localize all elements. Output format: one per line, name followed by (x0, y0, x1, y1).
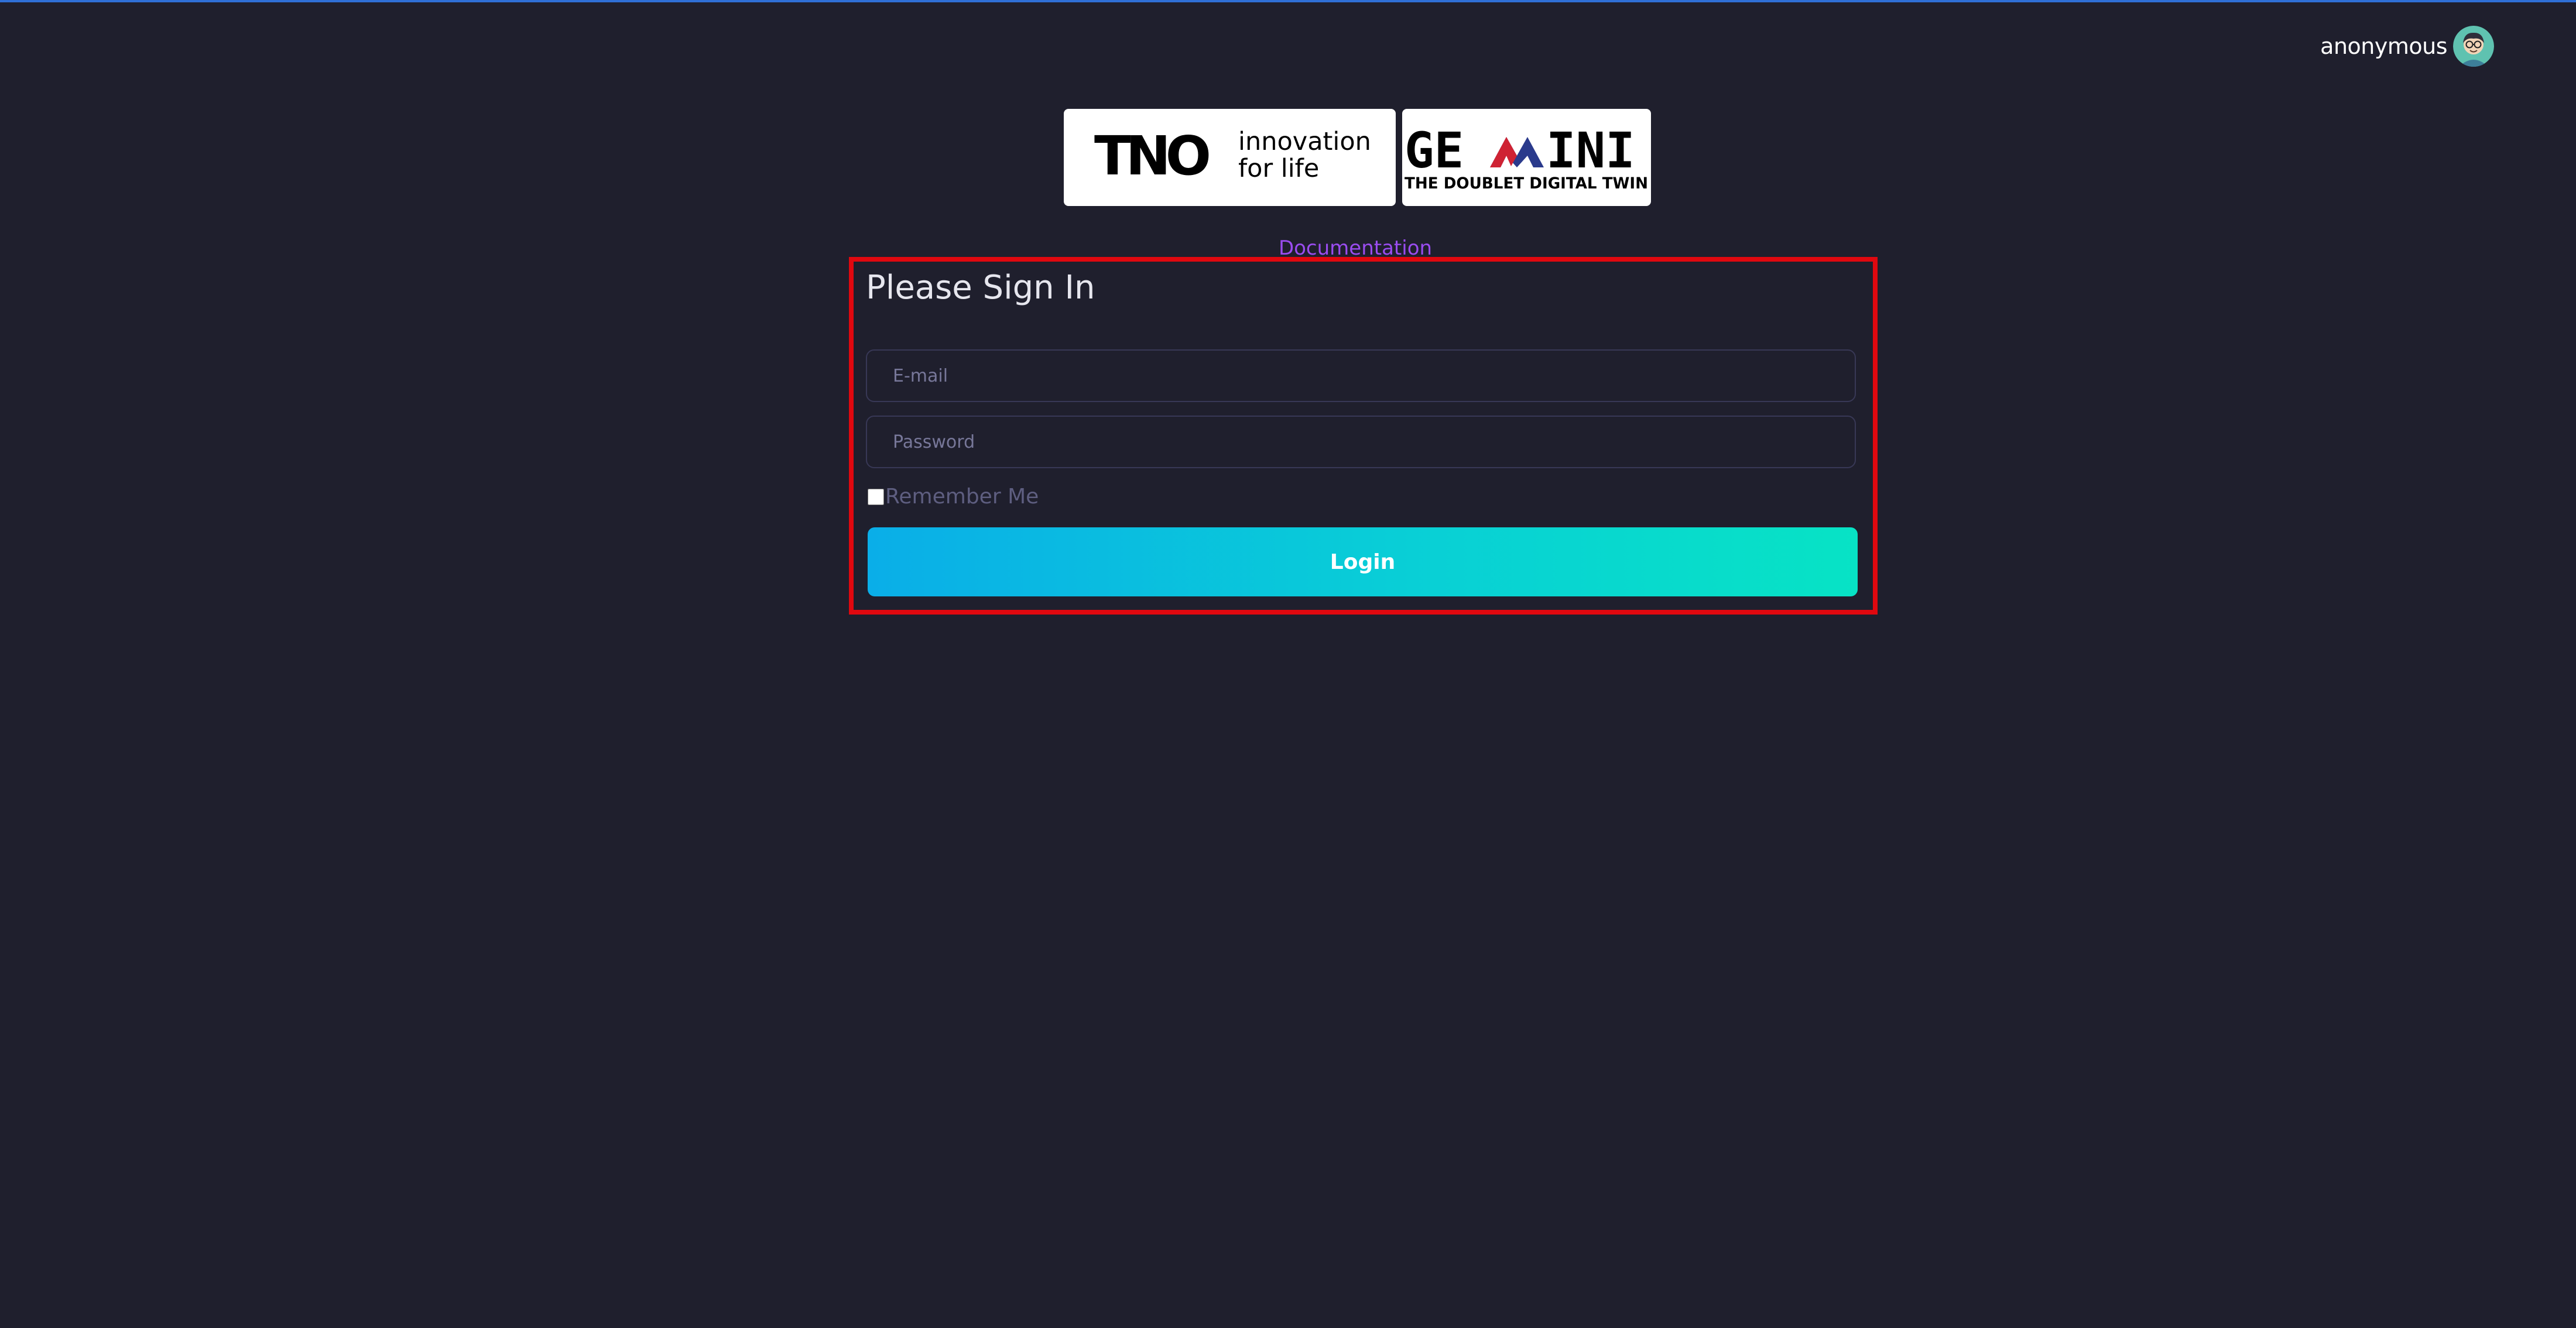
svg-text:GE: GE (1405, 122, 1464, 179)
gemini-logo: GE INI THE DOUBLET DIGITAL TWIN (1402, 109, 1651, 206)
username-label: anonymous (2320, 33, 2447, 59)
password-input[interactable] (866, 416, 1856, 468)
remember-me-option[interactable]: Remember Me (868, 485, 1039, 509)
tno-logo: TNO innovation for life (1064, 109, 1396, 206)
svg-text:TNO: TNO (1094, 125, 1209, 187)
documentation-link[interactable]: Documentation (1171, 236, 1540, 260)
partner-logos: TNO innovation for life GE INI THE DOUBL… (1064, 109, 1651, 206)
login-page: anonymous TNO innovation for life GE INI… (0, 0, 2576, 1328)
top-accent-line (0, 0, 2576, 2)
login-button[interactable]: Login (868, 527, 1858, 596)
tno-logo-graphic: TNO innovation for life (1094, 125, 1371, 187)
remember-me-checkbox[interactable] (868, 488, 884, 505)
svg-text:for life: for life (1238, 154, 1319, 183)
gemini-logo-graphic: GE INI THE DOUBLET DIGITAL TWIN (1405, 122, 1648, 193)
email-input[interactable] (866, 349, 1856, 402)
svg-text:INI: INI (1546, 122, 1635, 179)
user-menu[interactable]: anonymous (2320, 26, 2494, 67)
user-avatar-icon[interactable] (2453, 26, 2494, 67)
svg-text:innovation: innovation (1238, 127, 1371, 156)
svg-text:THE DOUBLET DIGITAL TWIN: THE DOUBLET DIGITAL TWIN (1405, 174, 1648, 193)
signin-title: Please Sign In (866, 269, 1095, 307)
signin-form: Please Sign In Remember Me Login (849, 257, 1878, 615)
remember-me-label: Remember Me (885, 485, 1039, 509)
